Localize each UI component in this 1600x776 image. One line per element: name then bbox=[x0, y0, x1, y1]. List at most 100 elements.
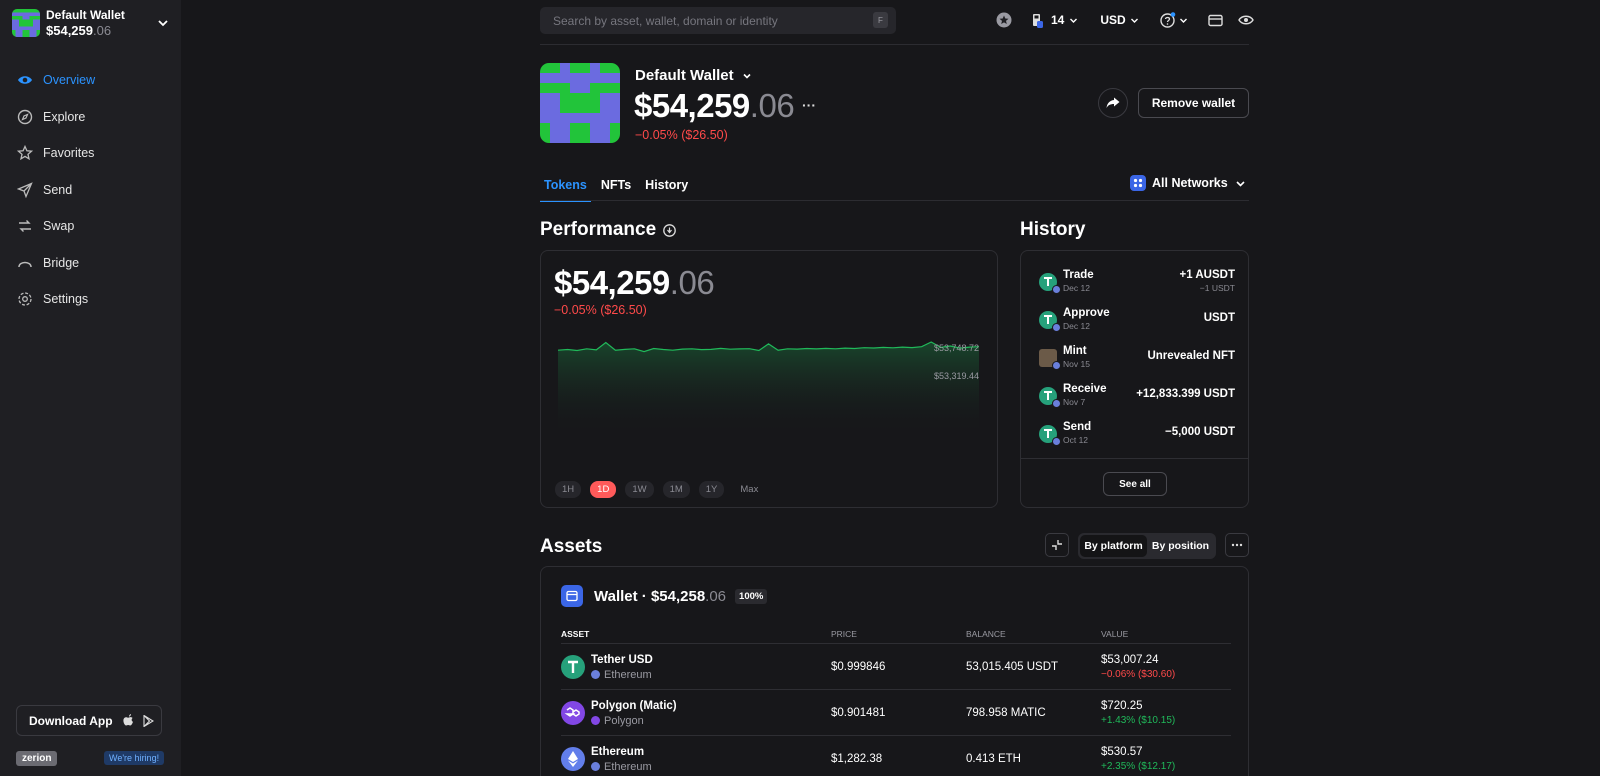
performance-change: −0.05% ($26.50) bbox=[554, 303, 647, 317]
sidebar-item-label: Send bbox=[43, 182, 73, 197]
history-amount: Unrevealed NFT bbox=[1147, 350, 1235, 362]
history-type: Trade bbox=[1063, 269, 1094, 281]
sidebar-item-send[interactable]: Send bbox=[0, 172, 181, 209]
eye-icon[interactable] bbox=[1237, 14, 1254, 26]
collapse-button[interactable] bbox=[1045, 533, 1069, 557]
balance-more-button[interactable]: ··· bbox=[802, 97, 816, 113]
performance-balance: $54,259.06 bbox=[554, 264, 715, 301]
wallet-switcher[interactable]: Default Wallet $54,259.06 bbox=[12, 8, 170, 38]
chart-area bbox=[558, 342, 979, 436]
table-row[interactable]: Polygon (Matic) Polygon $0.901481 798.958… bbox=[561, 690, 1231, 736]
column-asset: ASSET bbox=[561, 629, 590, 639]
history-item[interactable]: Mint Nov 15 Unrevealed NFT bbox=[1039, 343, 1235, 373]
download-app-button[interactable]: Download App bbox=[16, 705, 162, 736]
help-menu[interactable] bbox=[1160, 12, 1188, 28]
range-max[interactable]: Max bbox=[733, 481, 765, 498]
tether-icon bbox=[1039, 425, 1061, 446]
asset-balance: 0.413 ETH bbox=[966, 753, 1021, 765]
chevron-down-icon bbox=[1179, 16, 1188, 25]
chevron-down-icon[interactable] bbox=[156, 16, 170, 30]
eye-icon bbox=[17, 72, 33, 88]
hiring-link[interactable]: We're hiring! bbox=[104, 751, 165, 765]
sidebar-item-label: Explore bbox=[43, 109, 86, 124]
tether-icon bbox=[1039, 273, 1061, 294]
wallet-name: Default Wallet bbox=[635, 67, 734, 84]
search-shortcut-key: F bbox=[873, 12, 888, 28]
ethereum-icon bbox=[591, 762, 600, 771]
polygon-icon bbox=[561, 701, 585, 725]
network-selector[interactable]: All Networks bbox=[1130, 175, 1246, 191]
view-by-position[interactable]: By position bbox=[1147, 535, 1214, 557]
ethereum-icon bbox=[1052, 399, 1061, 408]
asset-balance: 798.958 MATIC bbox=[966, 707, 1046, 719]
view-by-platform[interactable]: By platform bbox=[1080, 535, 1147, 557]
assets-more-button[interactable] bbox=[1225, 533, 1249, 557]
history-item[interactable]: Send Oct 12 −5,000 USDT bbox=[1039, 419, 1235, 449]
sidebar-item-swap[interactable]: Swap bbox=[0, 208, 181, 245]
search-input[interactable] bbox=[553, 13, 863, 28]
column-value: VALUE bbox=[1101, 629, 1129, 639]
tab-nfts[interactable]: NFTs bbox=[597, 175, 635, 202]
history-date: Dec 12 bbox=[1063, 283, 1090, 293]
history-item[interactable]: Trade Dec 12 +1 AUSDT −1 USDT bbox=[1039, 267, 1235, 297]
search-bar[interactable]: F bbox=[540, 7, 896, 34]
help-icon bbox=[1160, 12, 1176, 28]
wallet-name-dropdown[interactable]: Default Wallet bbox=[635, 67, 752, 84]
asset-network: Polygon bbox=[604, 714, 644, 727]
column-price: PRICE bbox=[831, 629, 857, 639]
rewards-icon[interactable] bbox=[996, 12, 1012, 28]
gear-icon bbox=[17, 291, 33, 307]
sidebar-wallet-balance: $54,259.06 bbox=[46, 23, 112, 38]
tabs-divider bbox=[540, 200, 1249, 201]
sidebar-item-explore[interactable]: Explore bbox=[0, 99, 181, 136]
nft-thumbnail-icon bbox=[1039, 349, 1061, 370]
history-type: Approve bbox=[1063, 307, 1110, 319]
wallet-card-icon[interactable] bbox=[1208, 14, 1223, 27]
currency-selector[interactable]: USD bbox=[1100, 13, 1138, 27]
ethereum-icon bbox=[561, 747, 585, 771]
star-icon bbox=[17, 145, 33, 161]
gas-indicator[interactable]: 14 bbox=[1032, 13, 1078, 28]
range-1h[interactable]: 1H bbox=[555, 481, 582, 498]
tab-tokens[interactable]: Tokens bbox=[540, 175, 591, 202]
tether-icon bbox=[561, 655, 585, 679]
range-1w[interactable]: 1W bbox=[625, 481, 654, 498]
chart-low-label: $53,319.44 bbox=[933, 371, 979, 381]
history-date: Oct 12 bbox=[1063, 435, 1089, 445]
info-icon[interactable] bbox=[663, 223, 677, 237]
performance-chart[interactable] bbox=[558, 336, 979, 436]
swap-icon bbox=[17, 218, 33, 234]
sidebar-item-label: Swap bbox=[43, 219, 75, 234]
table-row[interactable]: Ethereum Ethereum $1,282.38 0.413 ETH $53… bbox=[561, 736, 1231, 776]
topbar-divider bbox=[540, 44, 1249, 45]
assets-card: Wallet · $54,258.06 100% ASSET PRICE BAL… bbox=[540, 566, 1249, 776]
history-item[interactable]: Receive Nov 7 +12,833.399 USDT bbox=[1039, 381, 1235, 411]
sidebar-item-favorites[interactable]: Favorites bbox=[0, 135, 181, 172]
sidebar-item-settings[interactable]: Settings bbox=[0, 281, 181, 318]
play-store-icon bbox=[142, 714, 154, 727]
remove-wallet-button[interactable]: Remove wallet bbox=[1138, 88, 1249, 118]
range-1m[interactable]: 1M bbox=[662, 481, 690, 498]
range-1y[interactable]: 1Y bbox=[698, 481, 725, 498]
history-item[interactable]: Approve Dec 12 USDT bbox=[1039, 305, 1235, 335]
see-all-button[interactable]: See all bbox=[1103, 472, 1167, 496]
tether-icon bbox=[1039, 387, 1061, 408]
chevron-down-icon bbox=[1069, 16, 1078, 25]
history-type: Send bbox=[1063, 421, 1092, 433]
share-button[interactable] bbox=[1098, 88, 1128, 118]
range-1d[interactable]: 1D bbox=[590, 481, 617, 498]
sidebar-item-overview[interactable]: Overview bbox=[0, 62, 181, 99]
topbar-actions: 14 USD bbox=[996, 10, 1254, 30]
assets-view-toggle: By platform By position bbox=[1078, 533, 1216, 559]
sidebar-item-bridge[interactable]: Bridge bbox=[0, 245, 181, 282]
ethereum-icon bbox=[1052, 323, 1061, 332]
wallet-avatar bbox=[12, 9, 40, 37]
table-row[interactable]: Tether USD Ethereum $0.999846 53,015.405 … bbox=[561, 644, 1231, 690]
history-title: History bbox=[1020, 219, 1086, 240]
currency-value: USD bbox=[1100, 13, 1126, 27]
asset-change: +1.43% ($10.15) bbox=[1101, 715, 1176, 726]
share-icon bbox=[1106, 97, 1120, 109]
tab-history[interactable]: History bbox=[641, 175, 692, 202]
ethereum-icon bbox=[1052, 361, 1061, 370]
networks-icon bbox=[1130, 175, 1146, 191]
